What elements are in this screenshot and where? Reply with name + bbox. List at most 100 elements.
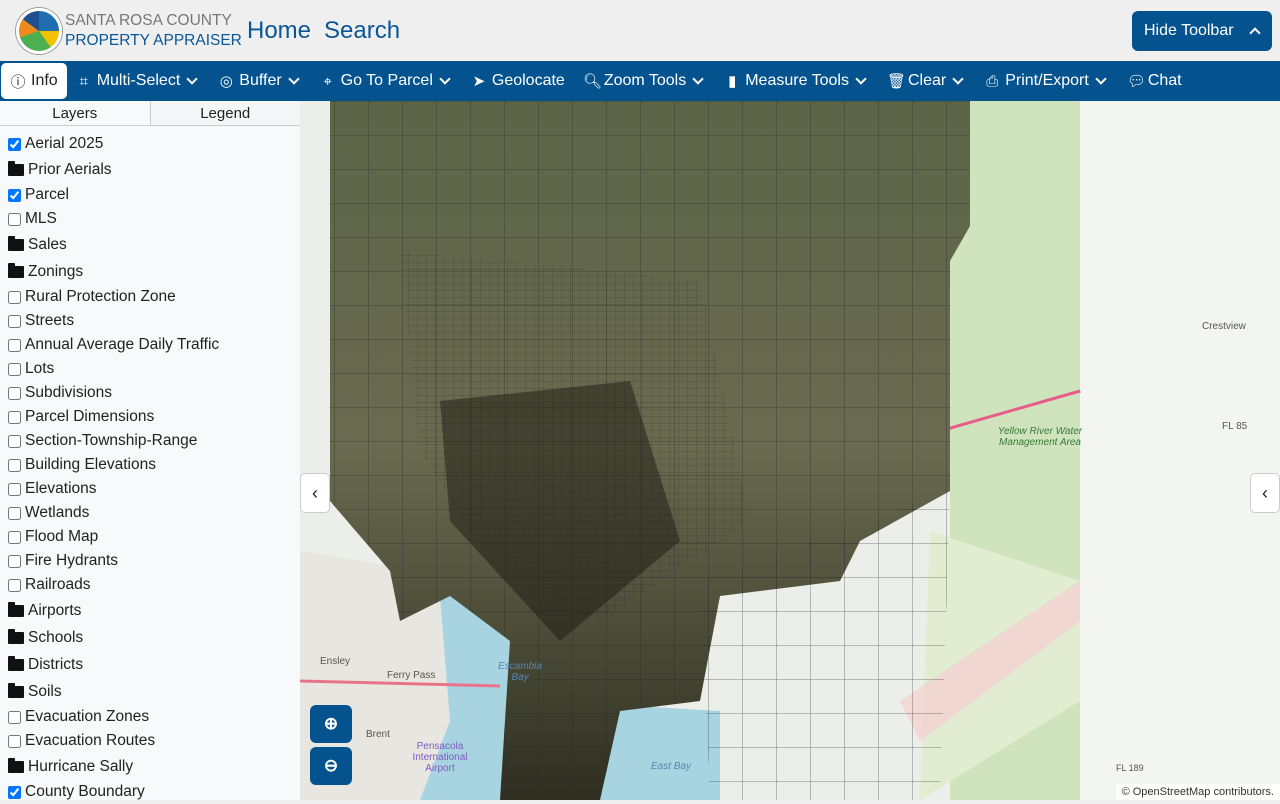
collapse-sidebar-button[interactable]: ‹ <box>300 473 330 513</box>
chevron-down-icon <box>1095 73 1107 85</box>
chevron-down-icon <box>288 73 300 85</box>
layer-item[interactable]: Rural Protection Zone <box>8 285 300 309</box>
layer-item[interactable]: Subdivisions <box>8 381 300 405</box>
layer-item[interactable]: Wetlands <box>8 501 300 525</box>
layer-checkbox[interactable] <box>8 458 21 472</box>
toolbar-info-button[interactable]: ⓘ Info <box>1 63 67 99</box>
toolbar-multi-select-button[interactable]: ⌗ Multi-Select <box>67 63 210 99</box>
layer-item[interactable]: Section-Township-Range <box>8 429 300 453</box>
layer-folder[interactable]: Districts <box>8 651 300 678</box>
zoom-icon: 🔍︎ <box>582 73 602 90</box>
layer-label: Building Elevations <box>25 456 156 473</box>
layer-label: Evacuation Routes <box>25 732 156 749</box>
hide-toolbar-button[interactable]: Hide Toolbar <box>1132 11 1272 51</box>
layer-checkbox[interactable] <box>8 578 21 592</box>
layer-checkbox[interactable] <box>8 734 21 748</box>
layer-folder[interactable]: Hurricane Sally <box>8 753 300 780</box>
layer-checkbox[interactable] <box>8 212 21 226</box>
toolbar-clear-button[interactable]: 🗑︎ Clear <box>878 63 975 99</box>
layer-label: Subdivisions <box>25 384 113 401</box>
layer-label: Evacuation Zones <box>25 708 150 725</box>
zoom-in-icon: ⊕ <box>323 714 339 733</box>
layer-item[interactable]: Evacuation Routes <box>8 729 300 753</box>
layer-folder[interactable]: Sales <box>8 231 300 258</box>
toolbar-geolocate-button[interactable]: ➤ Geolocate <box>462 63 574 99</box>
tab-legend[interactable]: Legend <box>149 101 300 125</box>
map-label-airport: Pensacola International Airport <box>412 741 468 774</box>
folder-icon <box>8 682 24 698</box>
map[interactable]: Crestview Yellow River Water Management … <box>300 101 1280 800</box>
layer-checkbox[interactable] <box>8 785 21 799</box>
chevron-down-icon <box>692 73 704 85</box>
toolbar-zoom-tools-button[interactable]: 🔍︎ Zoom Tools <box>574 63 715 99</box>
layer-checkbox[interactable] <box>8 137 21 151</box>
org-name-line2: PROPERTY APPRAISER <box>65 32 242 49</box>
layer-checkbox[interactable] <box>8 290 21 304</box>
toolbar-go-to-parcel-button[interactable]: ⌖ Go To Parcel <box>311 63 462 99</box>
toolbar-print-export-button[interactable]: ⎙ Print/Export <box>975 63 1118 99</box>
layer-item[interactable]: Flood Map <box>8 525 300 549</box>
tab-layers[interactable]: Layers <box>0 101 150 125</box>
layer-folder[interactable]: Zonings <box>8 258 300 285</box>
folder-icon <box>8 628 24 644</box>
layer-label: Aerial 2025 <box>25 135 104 152</box>
toolbar-chat-button[interactable]: 💬︎ Chat <box>1118 63 1191 99</box>
chat-icon: 💬︎ <box>1126 73 1146 90</box>
layer-checkbox[interactable] <box>8 314 21 328</box>
layer-item[interactable]: County Boundary <box>8 780 300 804</box>
county-logo[interactable] <box>16 8 62 54</box>
layer-item[interactable]: Lots <box>8 357 300 381</box>
toolbar-label: Zoom Tools <box>603 72 687 89</box>
layer-item[interactable]: Aerial 2025 <box>8 132 300 156</box>
layer-checkbox[interactable] <box>8 338 21 352</box>
layer-checkbox[interactable] <box>8 554 21 568</box>
zoom-out-icon: ⊖ <box>323 756 339 775</box>
zoom-in-button[interactable]: ⊕ <box>310 705 352 743</box>
layer-checkbox[interactable] <box>8 710 21 724</box>
toolbar-buffer-button[interactable]: ◎ Buffer <box>209 63 310 99</box>
toolbar-measure-tools-button[interactable]: ▮ Measure Tools <box>715 63 878 99</box>
expand-right-panel-button[interactable]: ‹ <box>1250 473 1280 513</box>
layer-checkbox[interactable] <box>8 530 21 544</box>
layer-item[interactable]: Building Elevations <box>8 453 300 477</box>
layer-folder[interactable]: Prior Aerials <box>8 156 300 183</box>
folder-icon <box>8 655 24 671</box>
layer-label: Streets <box>25 312 75 329</box>
map-label-fl189: FL 189 <box>1114 763 1146 773</box>
layer-item[interactable]: Evacuation Zones <box>8 705 300 729</box>
layer-item[interactable]: Parcel <box>8 183 300 207</box>
layer-label: Soils <box>28 682 62 700</box>
map-label-crestview: Crestview <box>1202 321 1246 332</box>
chevron-up-icon <box>1248 27 1261 39</box>
sidebar: Layers Legend Aerial 2025 Prior Aerials Pa… <box>0 101 300 800</box>
nav-home[interactable]: Home <box>247 17 311 45</box>
chevron-down-icon <box>439 73 451 85</box>
layer-checkbox[interactable] <box>8 386 21 400</box>
layer-checkbox[interactable] <box>8 362 21 376</box>
layer-checkbox[interactable] <box>8 506 21 520</box>
map-attribution[interactable]: © OpenStreetMap contributors. <box>1115 784 1280 800</box>
layer-item[interactable]: Elevations <box>8 477 300 501</box>
layer-item[interactable]: Fire Hydrants <box>8 549 300 573</box>
layer-label: Parcel Dimensions <box>25 408 155 425</box>
layer-folder[interactable]: Soils <box>8 678 300 705</box>
map-label-fl85: FL 85 <box>1222 421 1248 432</box>
layer-item[interactable]: Parcel Dimensions <box>8 405 300 429</box>
map-label-ferry-pass: Ferry Pass <box>387 670 436 681</box>
layer-folder[interactable]: Airports <box>8 597 300 624</box>
layer-checkbox[interactable] <box>8 410 21 424</box>
layer-label: Annual Average Daily Traffic <box>25 336 220 353</box>
layer-checkbox[interactable] <box>8 482 21 496</box>
layer-item[interactable]: Railroads <box>8 573 300 597</box>
layer-label: Schools <box>28 628 84 646</box>
toolbar-label: Go To Parcel <box>340 72 433 89</box>
nav-search[interactable]: Search <box>324 17 400 45</box>
layer-item[interactable]: MLS <box>8 207 300 231</box>
layer-folder[interactable]: Schools <box>8 624 300 651</box>
layer-item[interactable]: Streets <box>8 309 300 333</box>
toolbar-label: Clear <box>907 72 947 89</box>
layer-checkbox[interactable] <box>8 434 21 448</box>
layer-item[interactable]: Annual Average Daily Traffic <box>8 333 300 357</box>
layer-checkbox[interactable] <box>8 188 21 202</box>
zoom-out-button[interactable]: ⊖ <box>310 747 352 785</box>
